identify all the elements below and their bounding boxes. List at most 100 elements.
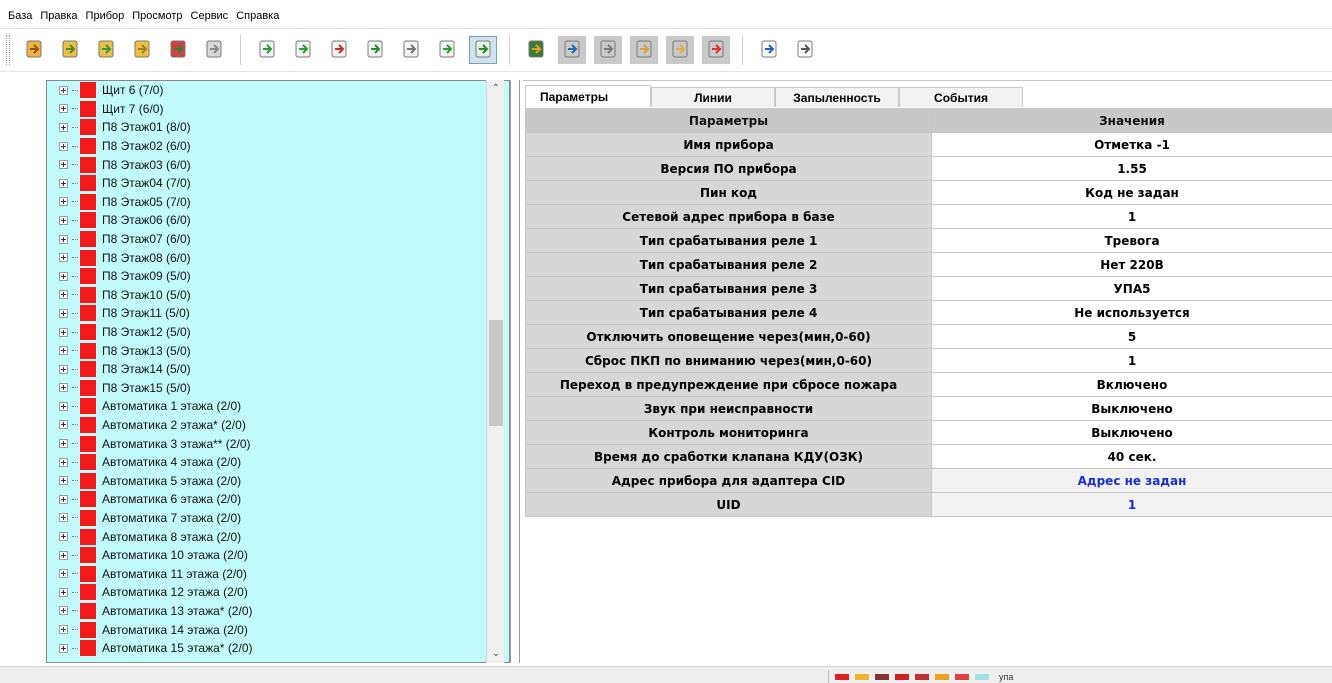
param-value[interactable]: Адрес не задан — [931, 468, 1332, 493]
tree-item[interactable]: П8 Этаж03 (6/0) — [57, 155, 487, 174]
table-row[interactable]: Тип срабатывания реле 4 Не используется — [525, 300, 1332, 325]
menu-item-5[interactable]: Справка — [232, 10, 283, 22]
expand-icon[interactable] — [59, 215, 68, 225]
table-row[interactable]: UID 1 — [525, 492, 1332, 517]
expand-icon[interactable] — [59, 104, 68, 114]
tree-item[interactable]: Щит 6 (7/0) — [57, 81, 487, 100]
expand-icon[interactable] — [59, 513, 68, 523]
table-row[interactable]: Тип срабатывания реле 2 Нет 220В — [525, 252, 1332, 277]
tree-item[interactable]: Автоматика 10 этажа (2/0) — [57, 546, 487, 565]
undo-button[interactable] — [755, 36, 783, 64]
expand-icon[interactable] — [59, 178, 68, 188]
tree-item[interactable]: Автоматика 15 этажа* (2/0) — [57, 639, 487, 658]
table-row[interactable]: Звук при неисправности Выключено — [525, 396, 1332, 421]
toolbar-grip[interactable] — [6, 35, 10, 65]
expand-icon[interactable] — [59, 457, 68, 467]
table-row[interactable]: Тип срабатывания реле 3 УПА5 — [525, 276, 1332, 301]
param-value[interactable]: 1 — [931, 204, 1332, 229]
scroll-up-icon[interactable]: ⌃ — [487, 80, 505, 98]
param-value[interactable]: 1 — [931, 492, 1332, 517]
tab-0[interactable]: Параметры — [525, 85, 651, 107]
tree-item[interactable]: П8 Этаж14 (5/0) — [57, 360, 487, 379]
expand-icon[interactable] — [59, 420, 68, 430]
tree-item[interactable]: Щит 7 (6/0) — [57, 100, 487, 119]
tree-item[interactable]: П8 Этаж09 (5/0) — [57, 267, 487, 286]
menu-item-4[interactable]: Сервис — [187, 10, 233, 22]
param-value[interactable]: Тревога — [931, 228, 1332, 253]
param-value[interactable]: 1 — [931, 348, 1332, 373]
param-value[interactable]: Включено — [931, 372, 1332, 397]
expand-icon[interactable] — [59, 439, 68, 449]
tree-item[interactable]: Автоматика 14 этажа (2/0) — [57, 620, 487, 639]
cut-button[interactable] — [558, 36, 586, 64]
tree-item[interactable]: П8 Этаж06 (6/0) — [57, 211, 487, 230]
table-row[interactable]: Имя прибора Отметка -1 — [525, 132, 1332, 157]
add-device-button[interactable] — [164, 36, 192, 64]
menu-item-0[interactable]: База — [4, 10, 36, 22]
tree-item[interactable]: Автоматика 11 этажа (2/0) — [57, 564, 487, 583]
table-row[interactable]: Сброс ПКП по вниманию через(мин,0-60) 1 — [525, 348, 1332, 373]
param-value[interactable]: Отметка -1 — [931, 132, 1332, 157]
param-value[interactable]: Нет 220В — [931, 252, 1332, 277]
table-row[interactable]: Переход в предупреждение при сбросе пожа… — [525, 372, 1332, 397]
param-value[interactable]: Выключено — [931, 396, 1332, 421]
expand-icon[interactable] — [59, 383, 68, 393]
doc-arrow-button[interactable] — [325, 36, 353, 64]
doc-import-button[interactable] — [253, 36, 281, 64]
tree-item[interactable]: Автоматика 1 этажа (2/0) — [57, 397, 487, 416]
tree-item[interactable]: П8 Этаж05 (7/0) — [57, 193, 487, 212]
tree-item[interactable]: П8 Этаж13 (5/0) — [57, 341, 487, 360]
tree-item[interactable]: П8 Этаж11 (5/0) — [57, 304, 487, 323]
tree-item[interactable]: Автоматика 4 этажа (2/0) — [57, 453, 487, 472]
tab-2[interactable]: Запыленность — [775, 87, 899, 107]
doc-plain-button[interactable] — [397, 36, 425, 64]
doc-arrow2-button[interactable] — [433, 36, 461, 64]
table-row[interactable]: Время до сработки клапана КДУ(ОЗК) 40 сек… — [525, 444, 1332, 469]
table-row[interactable]: Отключить оповещение через(мин,0-60) 5 — [525, 324, 1332, 349]
tree-item[interactable]: П8 Этаж15 (5/0) — [57, 379, 487, 398]
expand-icon[interactable] — [59, 253, 68, 263]
tree-item[interactable]: П8 Этаж10 (5/0) — [57, 286, 487, 305]
menu-item-2[interactable]: Прибор — [82, 10, 129, 22]
copy-button[interactable] — [594, 36, 622, 64]
tree-item[interactable]: Автоматика 5 этажа (2/0) — [57, 471, 487, 490]
expand-icon[interactable] — [59, 141, 68, 151]
refresh-button[interactable] — [469, 36, 497, 64]
expand-icon[interactable] — [59, 494, 68, 504]
expand-icon[interactable] — [59, 85, 68, 95]
menu-item-1[interactable]: Правка — [36, 10, 81, 22]
table-row[interactable]: Пин код Код не задан — [525, 180, 1332, 205]
expand-icon[interactable] — [59, 160, 68, 170]
pane-splitter[interactable] — [510, 80, 520, 663]
tree-item[interactable]: П8 Этаж08 (6/0) — [57, 248, 487, 267]
tree-add-button[interactable] — [522, 36, 550, 64]
table-row[interactable]: Контроль мониторинга Выключено — [525, 420, 1332, 445]
tree-item[interactable]: П8 Этаж01 (8/0) — [57, 118, 487, 137]
tree-item[interactable]: Автоматика 6 этажа (2/0) — [57, 490, 487, 509]
expand-icon[interactable] — [59, 532, 68, 542]
scroll-down-icon[interactable]: ⌄ — [487, 645, 505, 663]
expand-icon[interactable] — [59, 271, 68, 281]
tree-item[interactable]: Автоматика 8 этажа (2/0) — [57, 527, 487, 546]
paste2-button[interactable] — [666, 36, 694, 64]
table-row[interactable]: Адрес прибора для адаптера CID Адрес не з… — [525, 468, 1332, 493]
folder-import-button[interactable] — [92, 36, 120, 64]
expand-icon[interactable] — [59, 308, 68, 318]
param-value[interactable]: 5 — [931, 324, 1332, 349]
tree-item[interactable]: П8 Этаж04 (7/0) — [57, 174, 487, 193]
param-value[interactable]: 40 сек. — [931, 444, 1332, 469]
param-value[interactable]: Не используется — [931, 300, 1332, 325]
paste-button[interactable] — [630, 36, 658, 64]
doc-check-button[interactable] — [361, 36, 389, 64]
tree-item[interactable]: Автоматика 2 этажа* (2/0) — [57, 416, 487, 435]
param-value[interactable]: Код не задан — [931, 180, 1332, 205]
tree-item[interactable]: П8 Этаж12 (5/0) — [57, 323, 487, 342]
expand-icon[interactable] — [59, 476, 68, 486]
delete-button[interactable] — [702, 36, 730, 64]
cylinder-button[interactable] — [200, 36, 228, 64]
binoculars-button[interactable] — [791, 36, 819, 64]
table-row[interactable]: Сетевой адрес прибора в базе 1 — [525, 204, 1332, 229]
tree-item[interactable]: П8 Этаж07 (6/0) — [57, 230, 487, 249]
expand-icon[interactable] — [59, 606, 68, 616]
tree-item[interactable]: Автоматика 3 этажа** (2/0) — [57, 434, 487, 453]
